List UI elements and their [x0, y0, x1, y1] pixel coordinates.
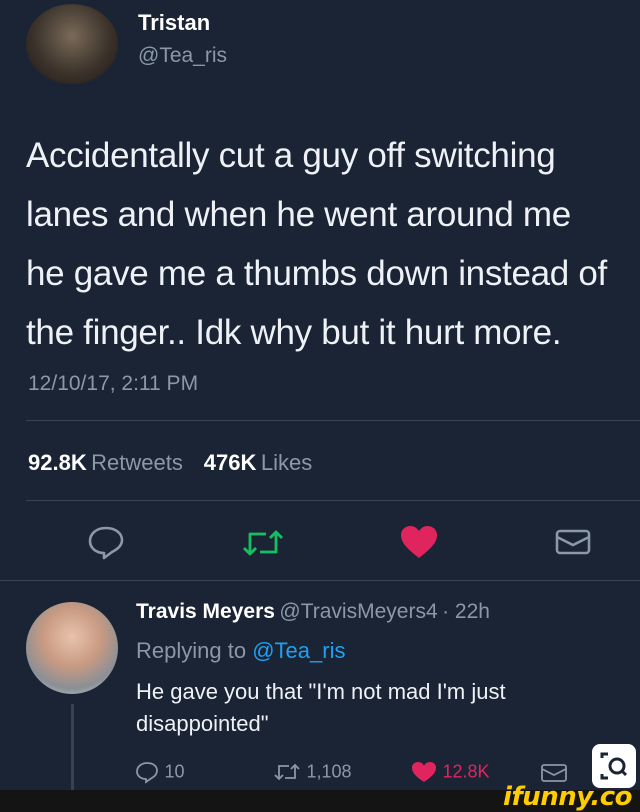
divider	[26, 420, 640, 421]
reply-action[interactable]	[86, 524, 126, 560]
tweet-stats: 92.8K Retweets 476K Likes	[28, 450, 312, 476]
retweets-label[interactable]: Retweets	[91, 450, 183, 475]
reply-line: He gave you that "I'm not mad I'm just	[136, 679, 506, 704]
reply-like-action[interactable]: 12.8K	[410, 760, 490, 784]
replying-to-prefix: Replying to	[136, 638, 247, 663]
author-avatar[interactable]	[26, 4, 118, 84]
envelope-icon	[541, 764, 567, 782]
likes-count[interactable]: 476K	[204, 450, 257, 475]
tweet-text: Accidentally cut a guy off switching lan…	[26, 126, 640, 362]
dm-action[interactable]	[554, 526, 592, 558]
heart-icon	[412, 762, 436, 782]
reply-author-avatar[interactable]	[26, 602, 118, 694]
ifunny-logo: ifunny.co	[503, 782, 632, 812]
tweet-line: he gave me a thumbs down instead of	[26, 254, 607, 293]
reply-author-handle[interactable]: @TravisMeyers4	[279, 600, 437, 623]
reply-header: Travis Meyers @TravisMeyers4 · 22h	[136, 600, 490, 624]
like-action[interactable]	[398, 524, 440, 560]
reply-like-count: 12.8K	[442, 761, 490, 782]
retweet-icon	[274, 763, 300, 781]
retweet-action[interactable]	[240, 526, 286, 560]
tweet-line: lanes and when he went around me	[26, 195, 571, 234]
speech-bubble-icon	[136, 762, 158, 784]
speech-bubble-icon	[88, 526, 124, 560]
author-name[interactable]: Tristan	[138, 10, 210, 36]
replying-to: Replying to @Tea_ris	[136, 638, 345, 664]
reply-author-name[interactable]: Travis Meyers	[136, 600, 275, 623]
envelope-icon	[555, 529, 591, 555]
author-handle[interactable]: @Tea_ris	[138, 44, 227, 68]
divider	[0, 580, 640, 581]
thread-line	[71, 704, 74, 794]
reply-time: · 22h	[442, 600, 490, 623]
reply-line: disappointed"	[136, 711, 269, 736]
replying-to-handle[interactable]: @Tea_ris	[252, 638, 345, 663]
divider	[26, 500, 640, 501]
retweets-count[interactable]: 92.8K	[28, 450, 87, 475]
reply-reply-count: 10	[164, 761, 185, 782]
tweet-line: the finger.. Idk why but it hurt more.	[26, 313, 562, 352]
reply-retweet-action[interactable]: 1,108	[272, 760, 352, 784]
heart-icon	[401, 526, 437, 558]
tweet-timestamp[interactable]: 12/10/17, 2:11 PM	[28, 372, 198, 396]
reply-reply-action[interactable]: 10	[134, 760, 184, 784]
retweet-icon	[243, 530, 283, 556]
reply-retweet-count: 1,108	[306, 761, 352, 782]
reply-text: He gave you that "I'm not mad I'm just d…	[136, 676, 636, 740]
likes-label[interactable]: Likes	[261, 450, 312, 475]
tweet-line: Accidentally cut a guy off switching	[26, 136, 556, 175]
